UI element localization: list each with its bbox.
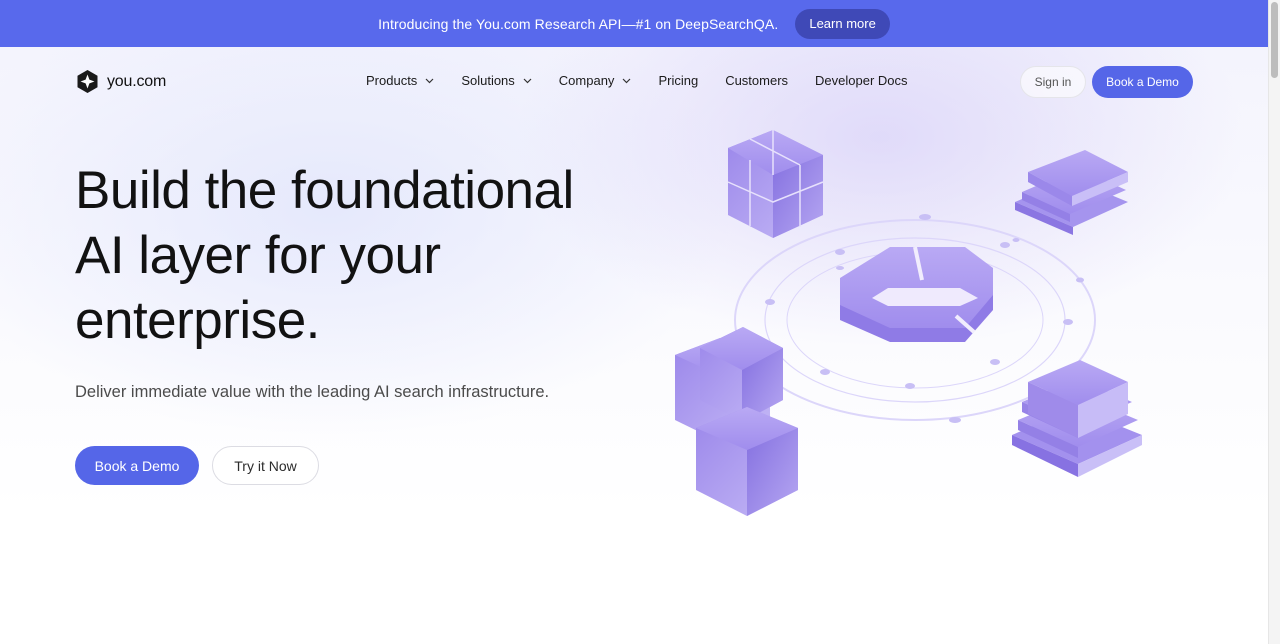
nav-item-customers[interactable]: Customers	[725, 73, 788, 88]
chevron-down-icon	[425, 78, 434, 83]
promo-text: Introducing the You.com Research API—#1 …	[378, 15, 779, 32]
nav-item-label: Company	[558, 73, 615, 88]
stacked-slabs	[1015, 150, 1128, 235]
main-menu: Products Solutions Company Pricing Custo…	[366, 73, 935, 88]
nav-item-label: Developer Docs	[815, 73, 908, 88]
logo[interactable]: you.com	[75, 69, 166, 94]
stacked-slabs-bottom	[1012, 360, 1142, 477]
page-scrollbar[interactable]	[1268, 0, 1280, 644]
you-com-logo-icon	[77, 70, 98, 93]
nav-item-solutions[interactable]: Solutions	[461, 73, 532, 88]
chevron-down-icon	[623, 78, 631, 83]
book-demo-hero-button[interactable]: Book a Demo	[75, 446, 199, 485]
cube-cluster	[727, 130, 824, 238]
chevron-down-icon	[523, 78, 532, 83]
center-ring	[840, 246, 993, 342]
cubes-left	[675, 327, 798, 516]
nav-item-products[interactable]: Products	[366, 73, 434, 88]
learn-more-button[interactable]: Learn more	[795, 8, 890, 39]
nav-item-label: Solutions	[461, 73, 515, 88]
scrollbar-thumb[interactable]	[1271, 2, 1278, 78]
nav-item-company[interactable]: Company	[559, 73, 632, 88]
hero-illustration	[675, 130, 1142, 516]
page: Introducing the You.com Research API—#1 …	[0, 0, 1268, 644]
promo-banner: Introducing the You.com Research API—#1 …	[0, 0, 1268, 47]
nav-item-pricing[interactable]: Pricing	[658, 73, 698, 88]
top-navigation: you.com Products Solutions Company Prici…	[0, 47, 1268, 117]
nav-item-label: Customers	[725, 73, 789, 88]
nav-item-label: Products	[366, 73, 418, 88]
headline-line: enterprise.	[75, 291, 320, 350]
try-it-now-button[interactable]: Try it Now	[212, 446, 319, 485]
hero-headline: Build the foundational AI layer for your…	[75, 158, 675, 353]
hero-subheadline: Deliver immediate value with the leading…	[75, 383, 550, 401]
book-demo-nav-button[interactable]: Book a Demo	[1092, 66, 1193, 98]
nav-item-developer-docs[interactable]: Developer Docs	[815, 73, 908, 88]
nav-item-label: Pricing	[658, 73, 699, 88]
headline-line: Build the foundational	[75, 161, 574, 220]
sign-in-button[interactable]: Sign in	[1020, 66, 1086, 98]
logo-text: you.com	[107, 72, 167, 90]
headline-line: AI layer for your	[75, 226, 441, 285]
